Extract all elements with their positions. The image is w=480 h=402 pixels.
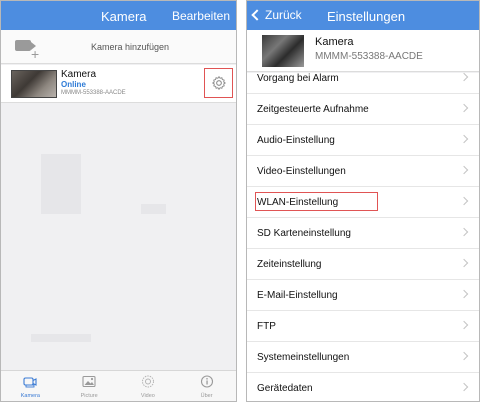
camera-thumbnail [11, 70, 57, 98]
chevron-right-icon [459, 382, 469, 392]
menu-item-label: Vorgang bei Alarm [257, 73, 339, 84]
device-id: MMMM-553388-AACDE [315, 51, 423, 62]
menu-item-label: Zeitgesteuerte Aufnahme [257, 104, 369, 115]
camera-list-screen: Kamera Bearbeiten + Kamera hinzufügen Ka… [0, 0, 237, 402]
menu-item-wlan[interactable]: WLAN-Einstellung [247, 187, 479, 218]
camera-settings-button[interactable] [204, 68, 233, 98]
edit-button[interactable]: Bearbeiten [172, 9, 230, 23]
right-nav-bar: Zurück Einstellungen [247, 1, 479, 30]
empty-list-area [1, 104, 236, 372]
chevron-right-icon [459, 320, 469, 330]
chevron-right-icon [459, 103, 469, 113]
settings-screen: Zurück Einstellungen Kamera MMMM-553388-… [246, 0, 480, 402]
menu-item-label: Video-Einstellungen [257, 166, 346, 177]
chevron-right-icon [459, 196, 469, 206]
menu-item-video[interactable]: Video-Einstellungen [247, 156, 479, 187]
info-tab-icon [200, 375, 213, 388]
gear-icon [212, 76, 226, 90]
menu-item-label: SD Karteneinstellung [257, 228, 351, 239]
settings-menu: Vorgang bei Alarm Zeitgesteuerte Aufnahm… [247, 72, 479, 401]
menu-item-ftp[interactable]: FTP [247, 311, 479, 342]
camera-tab-icon [23, 377, 37, 388]
chevron-left-icon [251, 9, 263, 21]
camera-status: Online [61, 80, 86, 89]
plus-icon: + [31, 46, 40, 62]
tab-label: Über [200, 393, 213, 399]
menu-item-email[interactable]: E-Mail-Einstellung [247, 280, 479, 311]
menu-item-scheduled-recording[interactable]: Zeitgesteuerte Aufnahme [247, 94, 479, 125]
menu-item-device-info[interactable]: Gerätedaten [247, 373, 479, 401]
camera-list-item[interactable]: Kamera Online MMMM-553388-AACDE [1, 65, 236, 103]
menu-item-label: E-Mail-Einstellung [257, 290, 338, 301]
left-nav-title: Kamera [101, 9, 147, 24]
chevron-right-icon [459, 289, 469, 299]
menu-item-label: FTP [257, 321, 276, 332]
menu-item-label: WLAN-Einstellung [257, 197, 339, 208]
camera-id: MMMM-553388-AACDE [61, 90, 126, 96]
menu-item-label: Gerätedaten [257, 383, 313, 394]
camera-name: Kamera [61, 69, 97, 80]
back-button[interactable]: Zurück [251, 8, 302, 22]
back-label: Zurück [265, 8, 302, 22]
tab-label: Kamera [20, 393, 40, 399]
add-camera-label: Kamera hinzufügen [91, 42, 170, 52]
tab-kamera[interactable]: Kamera [1, 371, 60, 401]
add-camera-icon [15, 40, 36, 51]
tab-video[interactable]: Video [119, 371, 178, 401]
picture-tab-icon [82, 375, 96, 388]
video-tab-icon [141, 375, 154, 388]
menu-item-audio[interactable]: Audio-Einstellung [247, 125, 479, 156]
chevron-right-icon [459, 351, 469, 361]
chevron-right-icon [459, 227, 469, 237]
tab-ueber[interactable]: Über [177, 371, 236, 401]
left-nav-bar: Kamera Bearbeiten [1, 1, 236, 30]
chevron-right-icon [459, 72, 469, 82]
tab-picture[interactable]: Picture [60, 371, 119, 401]
menu-item-label: Audio-Einstellung [257, 135, 335, 146]
tab-label: Picture [80, 393, 98, 399]
menu-item-label: Systemeinstellungen [257, 352, 350, 363]
background-watermark [141, 204, 166, 214]
background-watermark [31, 334, 91, 342]
menu-item-sd-card[interactable]: SD Karteneinstellung [247, 218, 479, 249]
device-name: Kamera [315, 36, 354, 48]
chevron-right-icon [459, 165, 469, 175]
chevron-right-icon [459, 258, 469, 268]
menu-item-alarm[interactable]: Vorgang bei Alarm [247, 63, 479, 94]
tab-bar: Kamera Picture Video Über [1, 370, 236, 401]
chevron-right-icon [459, 134, 469, 144]
right-nav-title: Einstellungen [327, 9, 406, 24]
menu-item-time[interactable]: Zeiteinstellung [247, 249, 479, 280]
tab-label: Video [140, 393, 155, 399]
add-camera-row[interactable]: + Kamera hinzufügen [1, 30, 236, 64]
background-watermark [41, 154, 81, 214]
menu-item-label: Zeiteinstellung [257, 259, 322, 270]
menu-item-system[interactable]: Systemeinstellungen [247, 342, 479, 373]
